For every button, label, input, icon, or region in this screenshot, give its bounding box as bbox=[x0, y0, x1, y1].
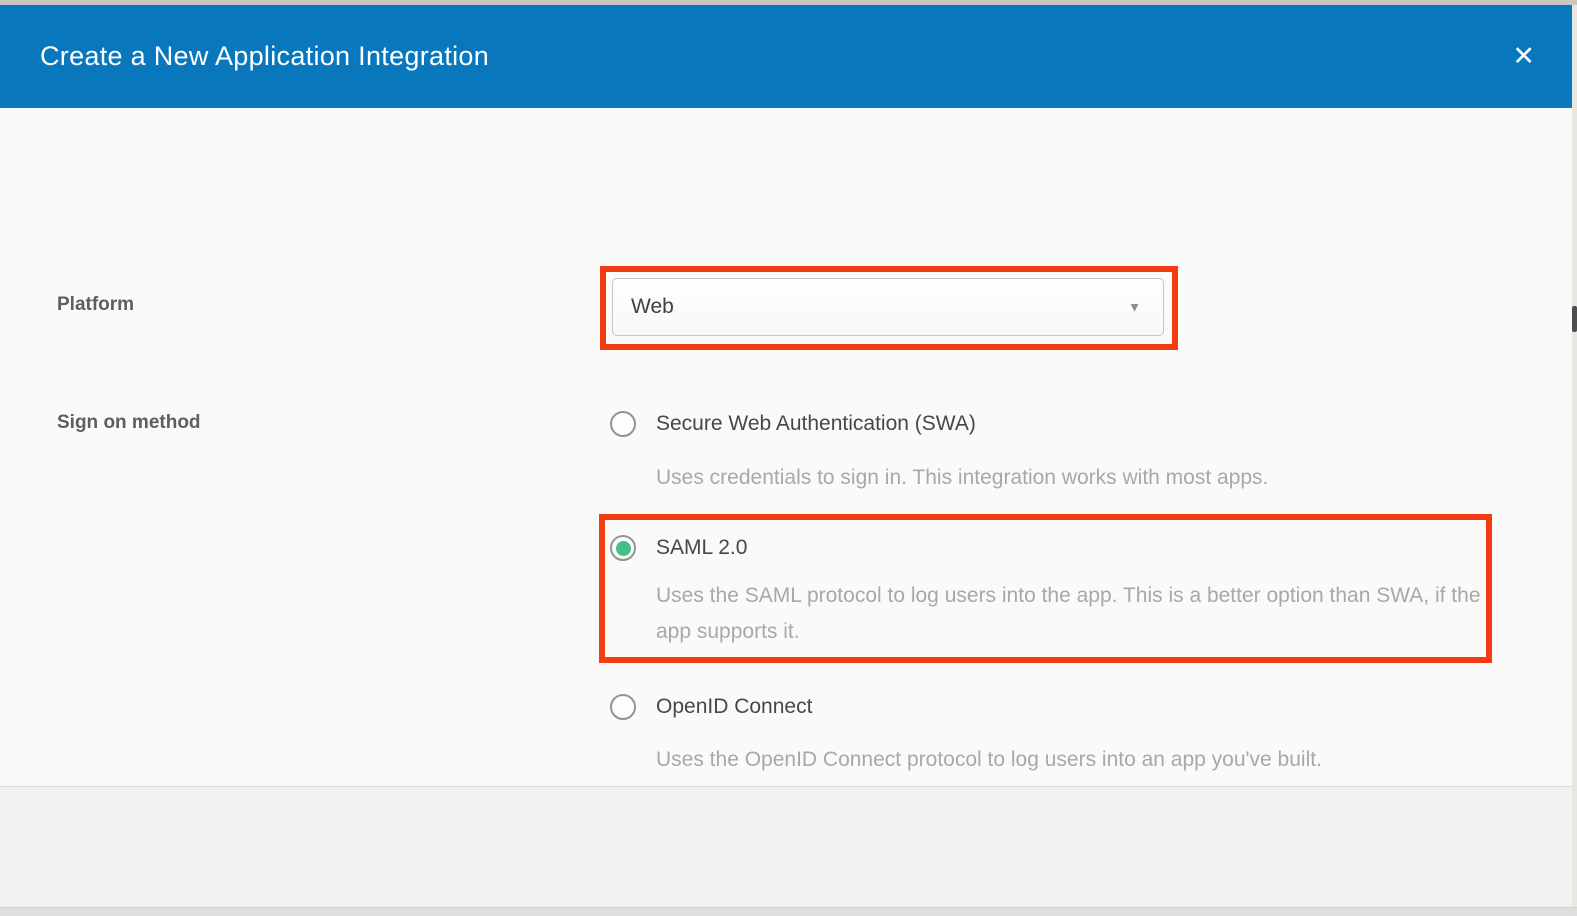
radio-swa-description: Uses credentials to sign in. This integr… bbox=[656, 460, 1268, 496]
radio-openid[interactable] bbox=[610, 694, 636, 720]
sign-on-method-label: Sign on method bbox=[57, 412, 201, 434]
platform-select[interactable]: Web ▼ bbox=[612, 278, 1164, 336]
radio-swa-label[interactable]: Secure Web Authentication (SWA) bbox=[656, 412, 976, 436]
radio-saml-description: Uses the SAML protocol to log users into… bbox=[656, 578, 1491, 650]
modal-footer: Create Cancel bbox=[0, 786, 1577, 907]
modal-title: Create a New Application Integration bbox=[40, 5, 489, 108]
chevron-down-icon: ▼ bbox=[1128, 300, 1141, 315]
platform-label: Platform bbox=[57, 294, 134, 316]
radio-openid-label[interactable]: OpenID Connect bbox=[656, 695, 812, 719]
close-icon[interactable]: ✕ bbox=[1512, 5, 1535, 108]
scrollbar-track[interactable] bbox=[1572, 5, 1577, 907]
modal-header: Create a New Application Integration ✕ bbox=[0, 5, 1577, 108]
radio-swa[interactable] bbox=[610, 411, 636, 437]
platform-select-value: Web bbox=[631, 295, 674, 319]
radio-saml-label[interactable]: SAML 2.0 bbox=[656, 536, 747, 560]
window-bottom-edge bbox=[0, 907, 1577, 916]
radio-openid-description: Uses the OpenID Connect protocol to log … bbox=[656, 742, 1322, 778]
create-app-integration-modal: Create a New Application Integration ✕ P… bbox=[0, 0, 1577, 916]
scrollbar-thumb[interactable] bbox=[1572, 306, 1577, 332]
modal-body: Platform Web ▼ Sign on method Secure Web… bbox=[0, 108, 1577, 786]
radio-saml[interactable] bbox=[610, 535, 636, 561]
